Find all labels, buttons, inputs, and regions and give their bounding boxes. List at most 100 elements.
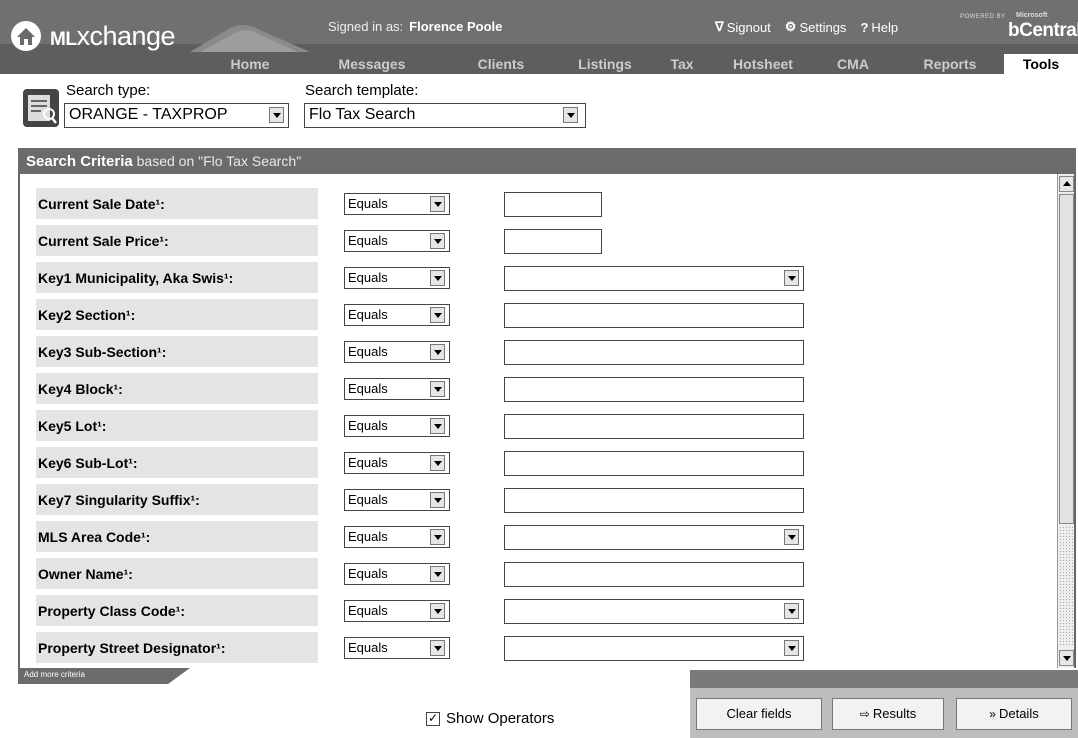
value-input[interactable]: [504, 488, 804, 513]
scroll-up-icon[interactable]: [1059, 176, 1074, 192]
clear-fields-button[interactable]: Clear fields: [696, 698, 822, 730]
criteria-row: MLS Area Code¹: Equals: [36, 521, 1036, 555]
chevron-down-icon: [430, 196, 445, 212]
search-criteria-header: Search Criteria based on "Flo Tax Search…: [18, 148, 1076, 174]
operator-select[interactable]: Equals: [344, 563, 450, 585]
clear-fields-label: Clear fields: [726, 706, 792, 721]
operator-select[interactable]: Equals: [344, 415, 450, 437]
operator-select[interactable]: Equals: [344, 267, 450, 289]
criteria-row: Key1 Municipality, Aka Swis¹: Equals: [36, 262, 1036, 296]
chevron-down-icon: [430, 307, 445, 323]
value-select[interactable]: [504, 599, 804, 624]
tab-listings[interactable]: Listings: [560, 54, 650, 74]
criteria-scrollbar[interactable]: [1057, 174, 1074, 668]
criteria-row: Current Sale Price¹: Equals: [36, 225, 1036, 259]
criteria-subtitle: based on "Flo Tax Search": [136, 153, 302, 169]
value-input[interactable]: [504, 229, 602, 254]
chevron-down-icon: [430, 381, 445, 397]
criteria-row: Property Class Code¹: Equals: [36, 595, 1036, 629]
operator-value: Equals: [348, 566, 388, 581]
checkbox-checked-icon[interactable]: ✓: [426, 711, 440, 726]
operator-select[interactable]: Equals: [344, 304, 450, 326]
criteria-row: Key4 Block¹: Equals: [36, 373, 1036, 407]
operator-select[interactable]: Equals: [344, 378, 450, 400]
operator-value: Equals: [348, 603, 388, 618]
scroll-down-icon[interactable]: [1059, 650, 1074, 666]
scrollbar-thumb[interactable]: [1059, 194, 1074, 524]
settings-link[interactable]: ⚙ Settings: [785, 19, 847, 35]
tab-tools[interactable]: Tools: [1004, 54, 1078, 74]
chevron-down-icon: [430, 418, 445, 434]
help-link[interactable]: ? Help: [860, 19, 898, 35]
tab-cma[interactable]: CMA: [822, 54, 884, 74]
operator-value: Equals: [348, 270, 388, 285]
criteria-label: Key2 Section¹:: [36, 299, 318, 333]
tab-hotsheet[interactable]: Hotsheet: [708, 54, 818, 74]
search-template-select[interactable]: Flo Tax Search: [304, 103, 586, 128]
settings-label: Settings: [799, 19, 847, 35]
details-button[interactable]: » Details: [956, 698, 1072, 730]
search-template-value: Flo Tax Search: [309, 106, 416, 123]
help-icon: ?: [860, 19, 869, 35]
operator-select[interactable]: Equals: [344, 452, 450, 474]
chevron-down-icon: [784, 270, 799, 286]
operator-select[interactable]: Equals: [344, 526, 450, 548]
chevron-down-icon: [430, 640, 445, 656]
value-select[interactable]: [504, 525, 804, 550]
value-input[interactable]: [504, 451, 804, 476]
user-name: Florence Poole: [409, 19, 503, 34]
value-input[interactable]: [504, 340, 804, 365]
value-input[interactable]: [504, 192, 602, 217]
powered-by-brand: bCentral: [1008, 20, 1078, 41]
operator-select[interactable]: Equals: [344, 600, 450, 622]
search-type-label: Search type:: [66, 82, 151, 99]
chevron-down-icon: [784, 640, 799, 656]
chevron-down-icon: [269, 107, 284, 123]
signout-label: Signout: [726, 19, 771, 35]
operator-value: Equals: [348, 640, 388, 655]
operator-select[interactable]: Equals: [344, 637, 450, 659]
action-panel: Clear fields ⇨ Results » Details: [690, 670, 1078, 738]
app-header: MLxchange Signed in as: Florence Poole ∇ S…: [0, 0, 1078, 74]
operator-select[interactable]: Equals: [344, 489, 450, 511]
search-type-value: ORANGE - TAXPROP: [69, 106, 228, 123]
search-criteria-panel[interactable]: Current Sale Date¹: Equals Current Sale Pr…: [18, 174, 1076, 668]
criteria-row: Key5 Lot¹: Equals: [36, 410, 1036, 444]
powered-by-text: POWERED BY: [960, 14, 1006, 20]
tab-home[interactable]: Home: [208, 54, 292, 74]
value-input[interactable]: [504, 562, 804, 587]
search-type-select[interactable]: ORANGE - TAXPROP: [64, 103, 289, 128]
signout-icon: ∇: [715, 19, 724, 34]
value-select[interactable]: [504, 636, 804, 661]
value-input[interactable]: [504, 414, 804, 439]
show-operators-checkbox[interactable]: ✓ Show Operators: [426, 710, 554, 727]
search-toolbar: Search type: ORANGE - TAXPROP Search tem…: [0, 74, 1078, 148]
chevron-down-icon: [430, 492, 445, 508]
operator-value: Equals: [348, 492, 388, 507]
criteria-label: Key3 Sub-Section¹:: [36, 336, 318, 370]
add-more-criteria-link[interactable]: Add more criteria: [18, 668, 190, 684]
scrollbar-track[interactable]: [1059, 526, 1074, 646]
value-input[interactable]: [504, 377, 804, 402]
chevron-down-icon: [784, 603, 799, 619]
details-label: Details: [998, 706, 1039, 721]
header-links: ∇ Signout ⚙ Settings ? Help: [715, 19, 898, 35]
tab-tax[interactable]: Tax: [660, 54, 704, 74]
criteria-row: Key6 Sub-Lot¹: Equals: [36, 447, 1036, 481]
tab-messages[interactable]: Messages: [312, 54, 432, 74]
chevron-down-icon: [430, 270, 445, 286]
operator-select[interactable]: Equals: [344, 230, 450, 252]
criteria-label: MLS Area Code¹:: [36, 521, 318, 555]
value-select[interactable]: [504, 266, 804, 291]
tab-reports[interactable]: Reports: [904, 54, 996, 74]
value-input[interactable]: [504, 303, 804, 328]
results-button[interactable]: ⇨ Results: [832, 698, 944, 730]
search-template-label: Search template:: [305, 82, 419, 99]
criteria-row: Key3 Sub-Section¹: Equals: [36, 336, 1036, 370]
signout-link[interactable]: ∇ Signout: [715, 19, 771, 35]
tab-clients[interactable]: Clients: [455, 54, 547, 74]
operator-select[interactable]: Equals: [344, 341, 450, 363]
criteria-row: Current Sale Date¹: Equals: [36, 188, 1036, 222]
operator-select[interactable]: Equals: [344, 193, 450, 215]
powered-by-logo[interactable]: POWERED BY Microsoft bCentral: [960, 10, 1078, 44]
